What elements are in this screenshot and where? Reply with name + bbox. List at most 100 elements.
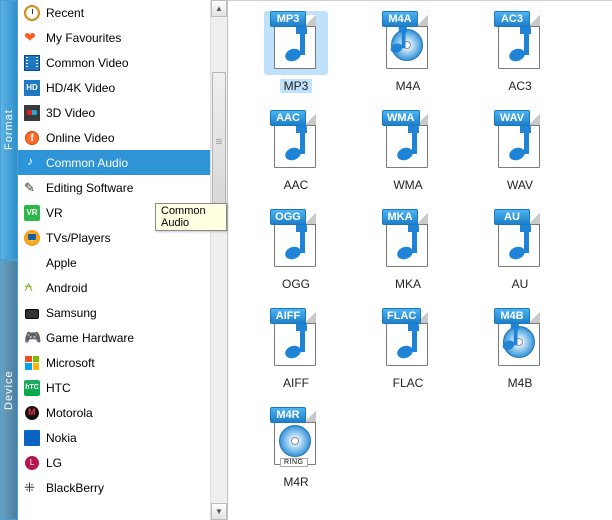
motorola-icon	[24, 405, 40, 421]
apple-icon	[24, 255, 40, 271]
format-label: AIFF	[283, 376, 309, 390]
format-file-icon: M4B	[488, 308, 552, 372]
format-badge: AC3	[494, 11, 530, 27]
format-badge: WMA	[382, 110, 420, 126]
sidebar-item-label: Game Hardware	[46, 331, 134, 345]
sidebar-item-label: My Favourites	[46, 31, 121, 45]
sidebar-item-common-audio[interactable]: Common Audio	[18, 150, 227, 175]
sidebar-item-my-favourites[interactable]: ❤My Favourites	[18, 25, 227, 50]
sidebar-item-editing-software[interactable]: ✎ Editing Software	[18, 175, 227, 200]
format-file-icon: FLAC	[376, 308, 440, 372]
sidebar: Recent ❤My Favourites Common Video HDHD/4K …	[18, 0, 228, 520]
format-item-aac[interactable]: AAC AAC	[240, 108, 352, 207]
format-file-icon: WAV	[488, 110, 552, 174]
format-file-icon: AU	[488, 209, 552, 273]
format-label: M4R	[283, 475, 308, 489]
sidebar-item-label: 3D Video	[46, 106, 95, 120]
sidebar-item-label: Motorola	[46, 406, 93, 420]
format-file-icon: MKA	[376, 209, 440, 273]
tooltip: Common Audio	[155, 203, 227, 231]
sidebar-item-label: Nokia	[46, 431, 77, 445]
sidebar-item-label: Samsung	[46, 306, 97, 320]
sidebar-item-motorola[interactable]: Motorola	[18, 400, 227, 425]
sidebar-item-recent[interactable]: Recent	[18, 0, 227, 25]
sidebar-item-apple[interactable]: Apple	[18, 250, 227, 275]
vertical-tab-device[interactable]: Device	[0, 260, 18, 520]
format-item-wma[interactable]: WMAWMA	[352, 108, 464, 207]
sidebar-item-label: Apple	[46, 256, 77, 270]
sidebar-item-game-hardware[interactable]: 🎮Game Hardware	[18, 325, 227, 350]
format-badge: MKA	[382, 209, 418, 225]
sidebar-scrollbar[interactable]: ▲▼	[210, 0, 227, 520]
scroll-up-button[interactable]: ▲	[211, 0, 227, 17]
sidebar-item-nokia[interactable]: Nokia	[18, 425, 227, 450]
format-badge: AU	[494, 209, 530, 225]
nokia-icon	[24, 430, 40, 446]
sidebar-item-microsoft[interactable]: Microsoft	[18, 350, 227, 375]
format-label: WAV	[507, 178, 533, 192]
sidebar-item-lg[interactable]: LLG	[18, 450, 227, 475]
sidebar-item-label: Common Video	[46, 56, 129, 70]
vertical-tab-format[interactable]: Format	[0, 0, 18, 260]
sidebar-item-common-video[interactable]: Common Video	[18, 50, 227, 75]
sidebar-item-label: VR	[46, 206, 63, 220]
format-item-mp3[interactable]: MP3MP3	[240, 9, 352, 108]
sidebar-item-label: BlackBerry	[46, 481, 104, 495]
format-badge: FLAC	[382, 308, 421, 324]
format-item-mka[interactable]: MKA MKA	[352, 207, 464, 306]
sidebar-item-htc[interactable]: hTC HTC	[18, 375, 227, 400]
clock-icon	[24, 5, 40, 21]
3d-glasses-icon	[24, 105, 40, 121]
format-item-flac[interactable]: FLAC FLAC	[352, 306, 464, 405]
sidebar-item-samsung[interactable]: Samsung	[18, 300, 227, 325]
sidebar-item-label: Online Video	[46, 131, 115, 145]
lg-icon: L	[24, 455, 40, 471]
format-badge: AIFF	[270, 308, 306, 324]
format-label: FLAC	[393, 376, 424, 390]
format-item-wav[interactable]: WAV WAV	[464, 108, 576, 207]
htc-icon: hTC	[24, 380, 40, 396]
sidebar-item-online-video[interactable]: fOnline Video	[18, 125, 227, 150]
sidebar-item-label: TVs/Players	[46, 231, 111, 245]
sidebar-item-hd-4k-video[interactable]: HDHD/4K Video	[18, 75, 227, 100]
format-file-icon: AC3	[488, 11, 552, 75]
format-grid-panel: MP3MP3M4AM4A AC3 AC3 AAC AAC WMAWMA WAV WAV OGGO…	[228, 0, 612, 520]
samsung-icon	[24, 305, 40, 321]
sidebar-item-blackberry[interactable]: ⁜ BlackBerry	[18, 475, 227, 500]
sidebar-item-label: Editing Software	[46, 181, 133, 195]
format-item-au[interactable]: AU AU	[464, 207, 576, 306]
tv-icon	[24, 230, 40, 246]
scroll-track[interactable]	[211, 17, 227, 503]
sidebar-item-android[interactable]: ⍲Android	[18, 275, 227, 300]
sidebar-item-label: Microsoft	[46, 356, 95, 370]
format-item-ogg[interactable]: OGGOGG	[240, 207, 352, 306]
format-item-m4r[interactable]: M4RRINGM4R	[240, 405, 352, 504]
scroll-thumb[interactable]	[212, 72, 226, 212]
format-badge: OGG	[270, 209, 306, 225]
sidebar-item-3d-video[interactable]: 3D Video	[18, 100, 227, 125]
format-item-ac3[interactable]: AC3 AC3	[464, 9, 576, 108]
sidebar-item-label: HTC	[46, 381, 71, 395]
format-item-aiff[interactable]: AIFF AIFF	[240, 306, 352, 405]
pencil-icon: ✎	[24, 180, 40, 196]
format-file-icon: AIFF	[264, 308, 328, 372]
blackberry-icon: ⁜	[24, 480, 40, 496]
format-badge: MP3	[270, 11, 306, 27]
format-item-m4b[interactable]: M4B M4B	[464, 306, 576, 405]
format-badge: AAC	[270, 110, 306, 126]
format-label: AAC	[284, 178, 309, 192]
format-badge: M4A	[382, 11, 418, 27]
microsoft-icon	[24, 355, 40, 371]
format-file-icon: WMA	[376, 110, 440, 174]
sidebar-item-label: Recent	[46, 6, 84, 20]
format-label: MKA	[395, 277, 421, 291]
format-label: AU	[512, 277, 529, 291]
format-item-m4a[interactable]: M4AM4A	[352, 9, 464, 108]
format-badge: M4B	[494, 308, 530, 324]
vr-icon: VR	[24, 205, 40, 221]
format-label: M4B	[508, 376, 533, 390]
hd-icon: HD	[24, 80, 40, 96]
format-label: AC3	[508, 79, 531, 93]
scroll-down-button[interactable]: ▼	[211, 503, 227, 520]
format-file-icon: OGG	[264, 209, 328, 273]
